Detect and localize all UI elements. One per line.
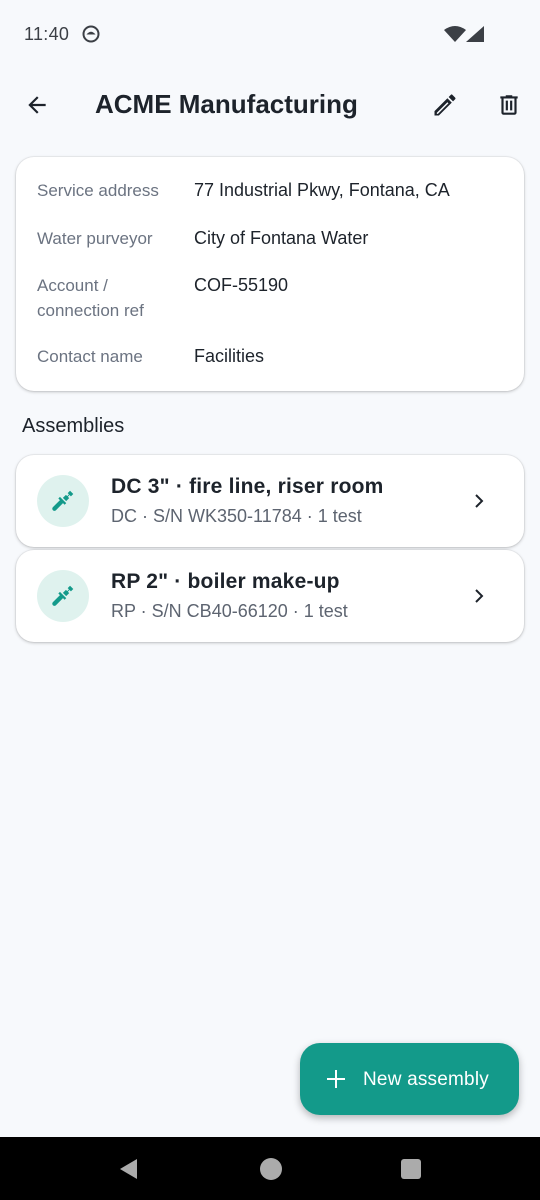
assembly-title: DC 3" · fire line, riser room: [111, 475, 384, 498]
detail-label: Water purveyor: [37, 229, 153, 248]
detail-label: Service address: [37, 181, 159, 200]
nav-back-icon[interactable]: [117, 1157, 141, 1181]
new-assembly-button[interactable]: New assembly: [300, 1043, 519, 1115]
assembly-avatar: [37, 570, 89, 622]
assembly-subtitle: RP · S/N CB40-66120 · 1 test: [111, 601, 348, 621]
site-details-card: Service address 77 Industrial Pkwy, Font…: [16, 157, 524, 391]
chevron-right-icon: [464, 487, 492, 515]
assembly-list-item[interactable]: DC 3" · fire line, riser room DC · S/N W…: [16, 455, 524, 547]
detail-label: Contact name: [37, 347, 143, 366]
system-nav-bar: [0, 1137, 540, 1200]
assembly-avatar: [37, 475, 89, 527]
nav-recents-icon[interactable]: [400, 1158, 422, 1180]
top-app-bar: ACME Manufacturing: [0, 70, 540, 140]
new-assembly-label: New assembly: [363, 1069, 489, 1090]
detail-value: COF-55190: [194, 275, 289, 295]
nav-home-icon[interactable]: [259, 1157, 283, 1181]
chevron-right-icon: [464, 582, 492, 610]
detail-value: 77 Industrial Pkwy, Fontana, CA: [194, 180, 450, 200]
detail-value: Facilities: [194, 346, 265, 366]
detail-value: City of Fontana Water: [194, 228, 369, 248]
plumbing-wrench-icon: [52, 490, 74, 511]
plumbing-wrench-icon: [52, 585, 74, 606]
assemblies-section-title: Assemblies: [22, 415, 125, 437]
back-button[interactable]: [18, 86, 56, 124]
wifi-icon: [444, 26, 466, 42]
status-bar: 11:40: [0, 0, 540, 70]
edit-button[interactable]: [426, 86, 464, 124]
assembly-title: RP 2" · boiler make-up: [111, 570, 340, 593]
plus-icon: [327, 1070, 345, 1088]
pencil-icon: [434, 94, 456, 116]
delete-button[interactable]: [490, 86, 528, 124]
trash-icon: [500, 95, 518, 115]
app-notification-icon: [82, 25, 100, 43]
signal-icon: [466, 26, 484, 42]
status-time: 11:40: [24, 24, 70, 44]
assembly-list-item[interactable]: RP 2" · boiler make-up RP · S/N CB40-661…: [16, 550, 524, 642]
assembly-subtitle: DC · S/N WK350-11784 · 1 test: [111, 506, 362, 526]
screen: 11:40 ACME Manufacturing Service address…: [0, 0, 540, 1200]
detail-label: Account / connection ref: [37, 276, 144, 320]
page-title: ACME Manufacturing: [95, 89, 358, 119]
arrow-back-icon: [28, 96, 46, 114]
